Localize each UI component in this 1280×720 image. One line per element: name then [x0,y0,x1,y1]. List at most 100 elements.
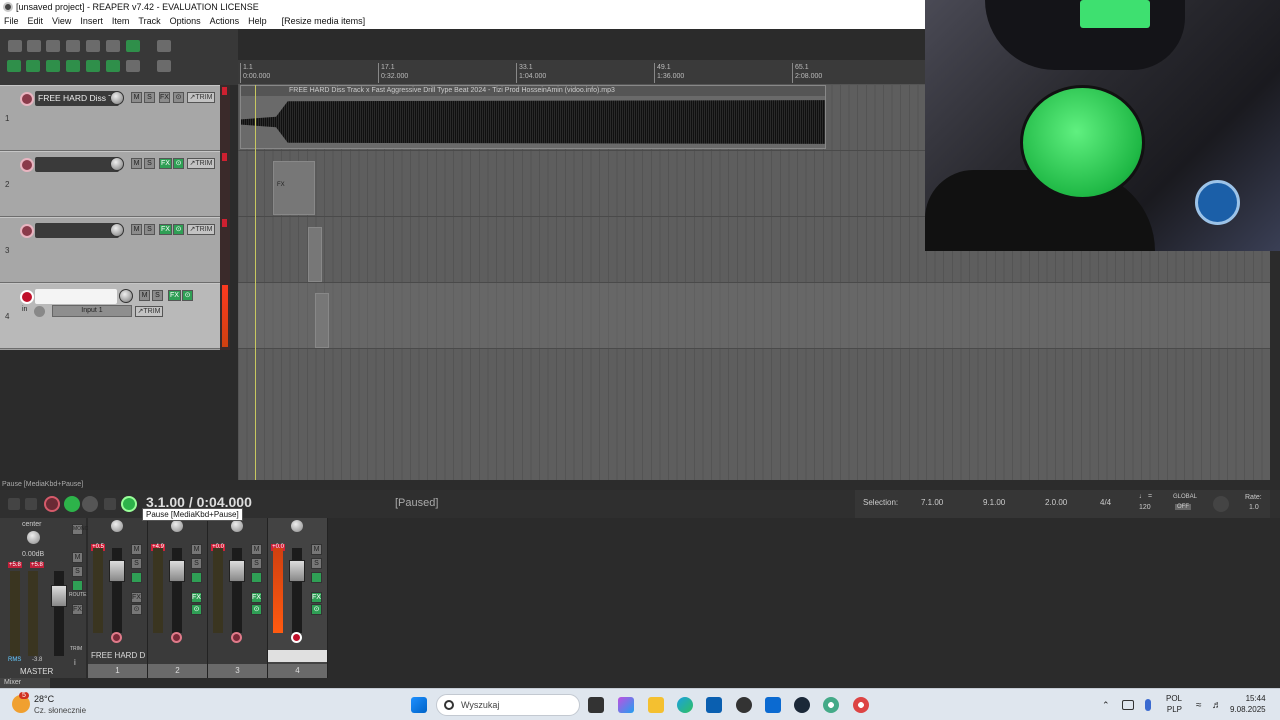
strip-name[interactable] [268,650,327,662]
track-2[interactable]: 2 M S FX ⊙ ↗TRIM [0,151,220,217]
volume-knob[interactable] [110,91,124,105]
solo-button[interactable]: S [152,290,163,301]
strip-name[interactable]: FREE HARD D [88,650,147,662]
repeat-button[interactable] [82,496,98,512]
volume-knob[interactable] [119,289,133,303]
selection-start[interactable]: 7.1.00 [921,498,943,507]
media-item-small[interactable] [308,227,322,282]
master-mute-button[interactable]: M [72,552,83,563]
record-arm-button[interactable] [111,632,122,643]
go-to-end-icon[interactable] [25,498,37,510]
track-name-field[interactable] [35,289,117,304]
mute-button[interactable]: M [311,544,322,555]
channel-fader[interactable] [289,548,305,633]
record-arm-button[interactable] [20,158,34,172]
track-1[interactable]: 1 FREE HARD Diss Tr M S FX ⊙ ↗TRIM [0,85,220,151]
network-icon[interactable] [1122,700,1134,710]
pan-knob[interactable] [231,520,243,532]
store-icon[interactable] [706,697,722,713]
trim-button[interactable]: ↗TRIM [135,306,163,317]
master-info-icon[interactable]: i [74,658,76,667]
file-explorer-icon[interactable] [648,697,664,713]
master-phase-icon[interactable] [72,580,83,591]
io-button[interactable]: ⊙ [251,604,262,615]
strip-name[interactable] [208,650,267,662]
menu-file[interactable]: File [4,14,19,29]
mute-button[interactable]: M [131,92,142,103]
master-trim-label[interactable]: TRIM [70,646,82,652]
mute-button[interactable]: M [131,224,142,235]
fx-button[interactable]: FX [168,290,181,301]
time-signature[interactable]: 4/4 [1100,498,1111,507]
record-arm-button[interactable] [171,632,182,643]
master-pan-knob[interactable] [27,531,40,544]
stop-button[interactable] [104,498,116,510]
task-view-icon[interactable] [588,697,604,713]
project-settings-icon[interactable] [66,40,80,52]
fx-button[interactable]: FX [311,592,322,603]
selection-end[interactable]: 9.1.00 [983,498,1005,507]
mixer-tab[interactable]: Mixer [0,678,50,688]
menu-edit[interactable]: Edit [28,14,44,29]
steam-icon[interactable] [794,697,810,713]
media-item[interactable]: FREE HARD Diss Track x Fast Aggressive D… [240,85,826,149]
channel-fader[interactable] [229,548,245,633]
channel-fader[interactable] [109,548,125,633]
grid-icon[interactable] [86,60,100,72]
record-arm-button[interactable] [291,632,302,643]
strip-name[interactable] [148,650,207,662]
fx-button[interactable]: FX [159,158,172,169]
envelope-points-icon[interactable] [66,60,80,72]
fx-button[interactable]: FX [159,92,170,103]
pan-knob[interactable] [111,520,123,532]
open-project-icon[interactable] [27,40,41,52]
playrate-knob[interactable] [1213,496,1229,512]
io-button[interactable]: ⊙ [311,604,322,615]
master-solo-button[interactable]: S [72,566,83,577]
crossfade-icon[interactable] [157,60,171,72]
fx-button[interactable]: FX [251,592,262,603]
solo-button[interactable]: S [144,92,155,103]
timeline-ruler[interactable]: 1.1 0:00.000 17.1 0:32.000 33.1 1:04.000 49… [238,60,925,85]
rate-value[interactable]: 1.0 [1249,504,1259,511]
menu-help[interactable]: Help [248,14,267,29]
io-button[interactable]: ⊙ [182,290,193,301]
copilot-icon[interactable] [618,697,634,713]
edge-icon[interactable] [677,697,693,713]
solo-button[interactable]: S [311,558,322,569]
menu-view[interactable]: View [52,14,71,29]
global-off-toggle[interactable]: OFF [1175,504,1191,510]
lock-icon[interactable] [126,60,140,72]
record-button[interactable] [44,496,60,512]
trim-button[interactable]: ↗TRIM [187,224,215,235]
chrome-profile-icon[interactable] [853,697,869,713]
solo-button[interactable]: S [131,558,142,569]
trim-button[interactable]: ↗TRIM [187,92,215,103]
microphone-icon[interactable] [1145,699,1151,711]
fx-button[interactable]: FX [159,224,172,235]
record-arm-button[interactable] [20,290,34,304]
chrome-icon[interactable] [823,697,839,713]
save-project-icon[interactable] [46,40,60,52]
volume-knob[interactable] [110,223,124,237]
volume-knob[interactable] [110,157,124,171]
master-route-label[interactable]: ROUTE [69,592,87,598]
mute-button[interactable]: M [251,544,262,555]
new-project-icon[interactable] [8,40,22,52]
io-button[interactable]: ⊙ [173,92,184,103]
track-name-field[interactable] [35,157,119,172]
record-arm-button[interactable] [20,92,34,106]
item-grouping-icon[interactable] [26,60,40,72]
master-fader[interactable] [51,571,67,656]
clock[interactable]: 15:44 9.08.2025 [1230,693,1266,715]
record-arm-button[interactable] [20,224,34,238]
snap-icon[interactable] [46,60,60,72]
fx-button[interactable]: FX [131,592,142,603]
pan-knob[interactable] [171,520,183,532]
master-mono-button[interactable]: MONO [72,524,89,535]
trim-button[interactable]: ↗TRIM [187,158,215,169]
solo-button[interactable]: S [144,224,155,235]
weather-temp[interactable]: 28°C [34,694,54,704]
track-name-field[interactable]: FREE HARD Diss Tr [35,91,119,106]
mixer-strip-2[interactable]: +4.9 M S FX ⊙ 2 [148,518,208,678]
